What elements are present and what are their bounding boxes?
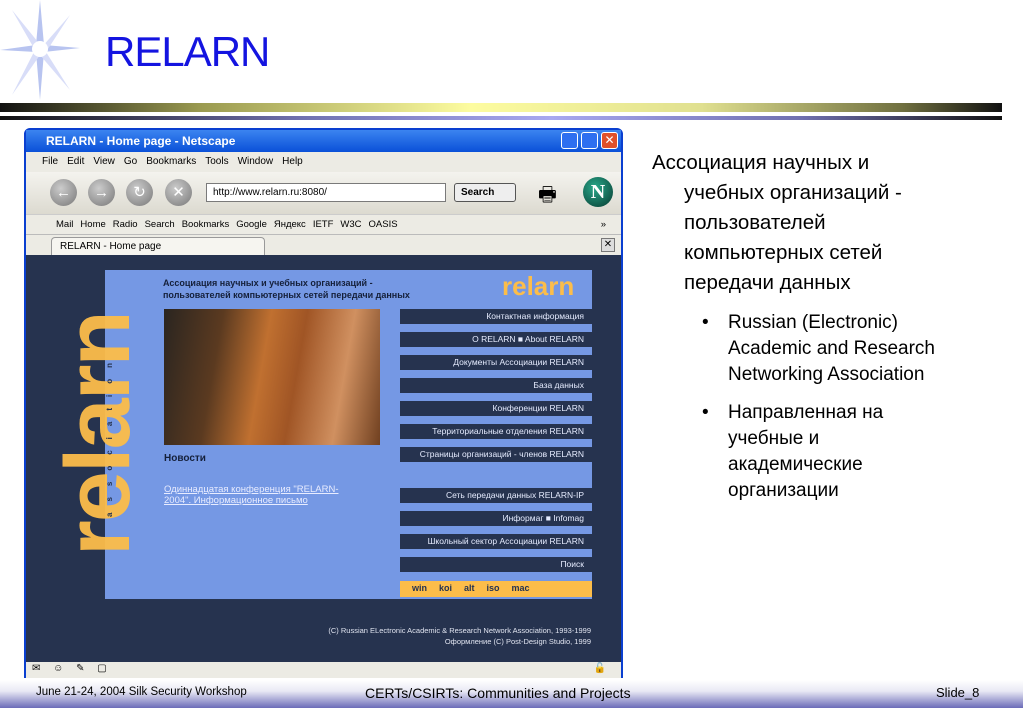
bookmark-google[interactable]: Google — [236, 219, 267, 230]
menu-window[interactable]: Window — [238, 156, 274, 167]
browser-window: RELARN - Home page - Netscape ✕ File Edit… — [24, 128, 623, 678]
status-bar: ✉ ☺ ✎ ▢ 🔓 — [26, 662, 621, 678]
menu-file[interactable]: File — [42, 156, 58, 167]
forward-icon[interactable]: → — [88, 179, 115, 206]
slide-title: RELARN — [105, 28, 270, 75]
footer-event: June 21-24, 2004 Silk Security Workshop — [36, 686, 247, 698]
copyright-line-1: (C) Russian ELectronic Academic & Resear… — [328, 626, 591, 635]
encoding-bar: win koi alt iso mac — [400, 581, 592, 597]
menu-about[interactable]: О RELARN ■ About RELARN — [400, 332, 592, 347]
relarn-vertical-logo: relarn — [47, 312, 149, 557]
bookmark-bookmarks[interactable]: Bookmarks — [182, 219, 230, 230]
personal-toolbar: Mail Home Radio Search Bookmarks Google Яндекс… — [26, 214, 621, 234]
page-content: relarn association Ассоциация научных и … — [26, 255, 621, 662]
print-icon[interactable]: 🖶 — [538, 180, 557, 214]
menu-regional[interactable]: Территориальные отделения RELARN — [400, 424, 592, 439]
stop-icon[interactable]: ✕ — [165, 179, 192, 206]
slide-number: Slide_8 — [936, 685, 980, 700]
menu-infomag[interactable]: Информаг ■ Infomag — [400, 511, 592, 526]
url-input[interactable]: http://www.relarn.ru:8080/ — [206, 183, 446, 202]
more-bookmarks-button[interactable]: » — [601, 219, 606, 230]
relarn-logo: relarn — [502, 271, 575, 301]
encoding-alt[interactable]: alt — [464, 583, 475, 593]
body-heading-line: пользователей — [684, 211, 826, 234]
bookmark-oasis[interactable]: OASIS — [369, 219, 398, 230]
close-tab-icon[interactable]: ✕ — [601, 238, 615, 252]
minimize-button[interactable] — [561, 132, 578, 149]
window-titlebar: RELARN - Home page - Netscape — [26, 130, 621, 152]
menu-contacts[interactable]: Контактная информация — [400, 309, 592, 324]
maximize-button[interactable] — [581, 132, 598, 149]
slide-body: Ассоциация научных и учебных организаций… — [652, 148, 982, 504]
reload-icon[interactable]: ↻ — [126, 179, 153, 206]
headline-line-1: Ассоциация научных и учебных организаций… — [163, 278, 373, 288]
association-strip: association — [105, 352, 114, 518]
window-title: RELARN - Home page - Netscape — [46, 134, 236, 148]
tab-label: RELARN - Home page — [60, 241, 162, 252]
headline-line-2: пользователей компьютерных сетей передач… — [163, 290, 410, 300]
bookmark-home[interactable]: Home — [80, 219, 105, 230]
security-lock-icon: 🔓 — [593, 663, 611, 674]
copyright: (C) Russian ELectronic Academic & Resear… — [328, 625, 591, 647]
menu-edit[interactable]: Edit — [67, 156, 84, 167]
body-heading-line: Ассоциация научных и — [652, 151, 870, 174]
menu-documents[interactable]: Документы Ассоциации RELARN — [400, 355, 592, 370]
netscape-logo-icon[interactable]: N — [583, 177, 613, 207]
status-icons: ✉ ☺ ✎ ▢ — [32, 663, 112, 674]
bookmark-ietf[interactable]: IETF — [313, 219, 334, 230]
menu-bookmarks[interactable]: Bookmarks — [146, 156, 196, 167]
menu-database[interactable]: База данных — [400, 378, 592, 393]
menu-school[interactable]: Школьный сектор Ассоциации RELARN — [400, 534, 592, 549]
tab-relarn-home[interactable]: RELARN - Home page — [51, 237, 265, 256]
close-button[interactable]: ✕ — [601, 132, 618, 149]
bullet-item: Направленная на учебные и академические … — [652, 400, 982, 504]
tab-bar: RELARN - Home page ✕ — [26, 234, 621, 256]
body-heading-line: компьютерных сетей — [684, 241, 883, 264]
encoding-mac[interactable]: mac — [512, 583, 530, 593]
search-button[interactable]: Search — [454, 183, 516, 202]
body-heading-line: передачи данных — [684, 271, 851, 294]
menu-view[interactable]: View — [93, 156, 115, 167]
back-icon[interactable]: ← — [50, 179, 77, 206]
menu-go[interactable]: Go — [124, 156, 137, 167]
footer-topic: CERTs/CSIRTs: Communities and Projects — [365, 685, 631, 701]
encoding-koi[interactable]: koi — [439, 583, 452, 593]
conference-photo — [164, 309, 380, 445]
bookmark-w3c[interactable]: W3C — [340, 219, 361, 230]
page-headline: Ассоциация научных и учебных организаций… — [163, 277, 410, 301]
news-heading: Новости — [164, 453, 206, 464]
news-link[interactable]: Одиннадцатая конференция "RELARN-2004". … — [164, 484, 364, 506]
url-text: http://www.relarn.ru:8080/ — [213, 187, 327, 198]
encoding-win[interactable]: win — [412, 583, 427, 593]
star-logo-icon — [0, 0, 80, 100]
encoding-iso[interactable]: iso — [487, 583, 500, 593]
copyright-line-2: Оформление (C) Post-Design Studio, 1999 — [444, 637, 591, 646]
bookmark-search[interactable]: Search — [145, 219, 175, 230]
menu-help[interactable]: Help — [282, 156, 303, 167]
body-heading-line: учебных организаций - — [684, 181, 902, 204]
menu-search[interactable]: Поиск — [400, 557, 592, 572]
menu-tools[interactable]: Tools — [205, 156, 228, 167]
title-divider — [0, 103, 1002, 112]
menu-conferences[interactable]: Конференции RELARN — [400, 401, 592, 416]
bullet-item: Russian (Electronic) Academic and Resear… — [652, 310, 982, 388]
menu-network[interactable]: Сеть передачи данных RELARN-IP — [400, 488, 592, 503]
slide-footer: June 21-24, 2004 Silk Security Workshop … — [0, 680, 1023, 708]
bookmark-radio[interactable]: Radio — [113, 219, 138, 230]
search-label: Search — [461, 187, 495, 198]
menu-bar: File Edit View Go Bookmarks Tools Window Help — [26, 152, 621, 172]
bookmark-mail[interactable]: Mail — [56, 219, 73, 230]
menu-members[interactable]: Страницы организаций - членов RELARN — [400, 447, 592, 462]
bookmark-yandex[interactable]: Яндекс — [274, 219, 306, 230]
navigation-toolbar: ← → ↻ ✕ http://www.relarn.ru:8080/ Searc… — [26, 172, 621, 214]
title-divider-thin — [0, 116, 1002, 120]
